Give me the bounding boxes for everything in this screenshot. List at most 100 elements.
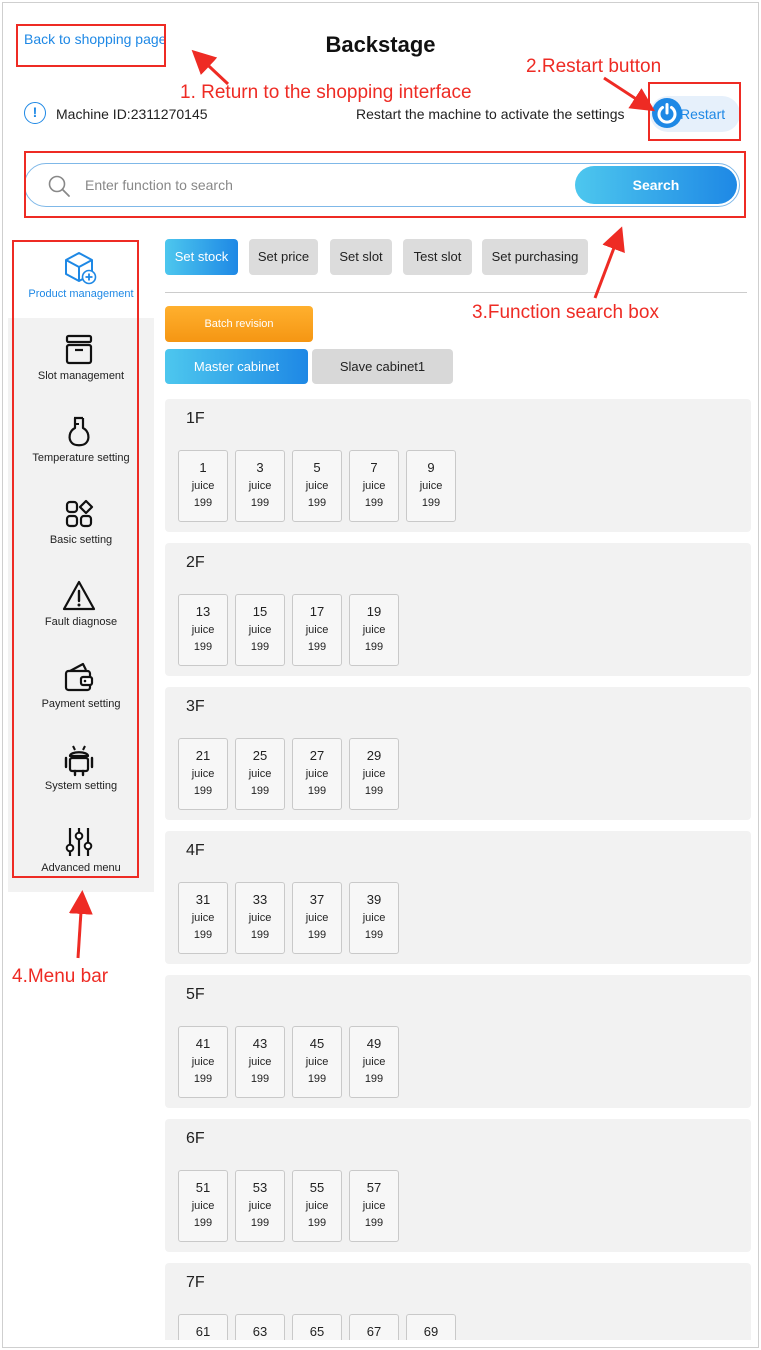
slot-product-name: juice — [191, 624, 215, 636]
floor-card: 7F 61 63 65 67 69 — [165, 1263, 751, 1340]
slot-stock: 199 — [307, 929, 327, 941]
slot-cell[interactable]: 49 juice 199 — [349, 1026, 399, 1098]
floor-card: 3F 21 juice 199 25 juice 199 27 juice 199 29 ju… — [165, 687, 751, 820]
slot-cell[interactable]: 57 juice 199 — [349, 1170, 399, 1242]
slot-cell[interactable]: 13 juice 199 — [178, 594, 228, 666]
slot-cell[interactable]: 43 juice 199 — [235, 1026, 285, 1098]
tab-set-purchasing[interactable]: Set purchasing — [482, 239, 588, 275]
slot-product-name: juice — [248, 1200, 272, 1212]
info-icon: ! — [24, 102, 46, 124]
tab-set-price[interactable]: Set price — [249, 239, 318, 275]
slot-cell[interactable]: 15 juice 199 — [235, 594, 285, 666]
slot-cell[interactable]: 61 — [178, 1314, 228, 1340]
annotation-box-search — [24, 151, 746, 218]
floor-title: 4F — [186, 842, 205, 859]
slot-number: 5 — [313, 460, 321, 475]
slot-stock: 199 — [364, 929, 384, 941]
tab-set-slot[interactable]: Set slot — [330, 239, 392, 275]
floor-list[interactable]: 1F 1 juice 199 3 juice 199 5 juice 199 7 juice 1… — [165, 399, 751, 1340]
slot-number: 17 — [309, 604, 325, 619]
divider — [165, 292, 747, 293]
slot-cell[interactable]: 7 juice 199 — [349, 450, 399, 522]
slot-stock: 199 — [364, 1217, 384, 1229]
floor-card: 6F 51 juice 199 53 juice 199 55 juice 199 57 ju… — [165, 1119, 751, 1252]
slot-stock: 199 — [307, 641, 327, 653]
slot-number: 31 — [195, 892, 211, 907]
machine-id: Machine ID:2311270145 — [56, 106, 208, 122]
floor-card: 2F 13 juice 199 15 juice 199 17 juice 199 19 ju… — [165, 543, 751, 676]
slot-number: 61 — [195, 1324, 211, 1339]
slot-cell[interactable]: 51 juice 199 — [178, 1170, 228, 1242]
slot-cell[interactable]: 39 juice 199 — [349, 882, 399, 954]
slot-cell[interactable]: 37 juice 199 — [292, 882, 342, 954]
slot-product-name: juice — [305, 480, 329, 492]
slot-cell[interactable]: 67 — [349, 1314, 399, 1340]
slot-stock: 199 — [193, 1073, 213, 1085]
slot-number: 9 — [427, 460, 435, 475]
slot-stock: 199 — [307, 497, 327, 509]
floor-title: 1F — [186, 410, 205, 427]
slot-product-name: juice — [248, 624, 272, 636]
slot-number: 3 — [256, 460, 264, 475]
slot-cell[interactable]: 45 juice 199 — [292, 1026, 342, 1098]
slot-number: 1 — [199, 460, 207, 475]
floor-title: 5F — [186, 986, 205, 1003]
slot-cell[interactable]: 31 juice 199 — [178, 882, 228, 954]
slot-number: 65 — [309, 1324, 325, 1339]
slot-number: 19 — [366, 604, 382, 619]
slot-product-name: juice — [305, 912, 329, 924]
annotation-restart-note: 2.Restart button — [526, 56, 662, 77]
slot-cell[interactable]: 41 juice 199 — [178, 1026, 228, 1098]
slot-number: 57 — [366, 1180, 382, 1195]
slot-stock: 199 — [250, 641, 270, 653]
slot-product-name: juice — [305, 768, 329, 780]
slot-cell[interactable]: 53 juice 199 — [235, 1170, 285, 1242]
slot-cell[interactable]: 9 juice 199 — [406, 450, 456, 522]
slot-cell[interactable]: 17 juice 199 — [292, 594, 342, 666]
slot-number: 13 — [195, 604, 211, 619]
slot-product-name: juice — [305, 624, 329, 636]
slave-cabinet-tab[interactable]: Slave cabinet1 — [312, 349, 453, 384]
slot-cell[interactable]: 21 juice 199 — [178, 738, 228, 810]
slot-cell[interactable]: 33 juice 199 — [235, 882, 285, 954]
slot-cell[interactable]: 1 juice 199 — [178, 450, 228, 522]
annotation-search-note: 3.Function search box — [472, 302, 659, 323]
slot-cell[interactable]: 19 juice 199 — [349, 594, 399, 666]
slot-stock: 199 — [364, 1073, 384, 1085]
slot-product-name: juice — [362, 1056, 386, 1068]
slot-cell[interactable]: 25 juice 199 — [235, 738, 285, 810]
slot-stock: 199 — [307, 1073, 327, 1085]
slot-product-name: juice — [362, 768, 386, 780]
slot-cell[interactable]: 27 juice 199 — [292, 738, 342, 810]
tab-test-slot[interactable]: Test slot — [403, 239, 472, 275]
slot-number: 69 — [423, 1324, 439, 1339]
slot-product-name: juice — [419, 480, 443, 492]
annotation-box-back-link — [16, 24, 166, 67]
slot-number: 43 — [252, 1036, 268, 1051]
slot-cell[interactable]: 29 juice 199 — [349, 738, 399, 810]
slot-number: 33 — [252, 892, 268, 907]
slot-number: 63 — [252, 1324, 268, 1339]
slot-number: 51 — [195, 1180, 211, 1195]
slot-cell[interactable]: 65 — [292, 1314, 342, 1340]
slot-number: 67 — [366, 1324, 382, 1339]
slot-cell[interactable]: 63 — [235, 1314, 285, 1340]
master-cabinet-tab[interactable]: Master cabinet — [165, 349, 308, 384]
slot-cell[interactable]: 69 — [406, 1314, 456, 1340]
slot-cell[interactable]: 55 juice 199 — [292, 1170, 342, 1242]
slot-product-name: juice — [248, 912, 272, 924]
floor-card: 5F 41 juice 199 43 juice 199 45 juice 199 49 ju… — [165, 975, 751, 1108]
tab-set-stock[interactable]: Set stock — [165, 239, 238, 275]
floor-title: 6F — [186, 1130, 205, 1147]
slot-cell[interactable]: 3 juice 199 — [235, 450, 285, 522]
slot-product-name: juice — [248, 1056, 272, 1068]
batch-revision-button[interactable]: Batch revision — [165, 306, 313, 342]
slot-number: 27 — [309, 748, 325, 763]
slot-stock: 199 — [250, 1073, 270, 1085]
slot-product-name: juice — [191, 480, 215, 492]
slot-product-name: juice — [305, 1200, 329, 1212]
slot-cell[interactable]: 5 juice 199 — [292, 450, 342, 522]
slot-stock: 199 — [307, 1217, 327, 1229]
slot-stock: 199 — [193, 641, 213, 653]
slot-number: 45 — [309, 1036, 325, 1051]
